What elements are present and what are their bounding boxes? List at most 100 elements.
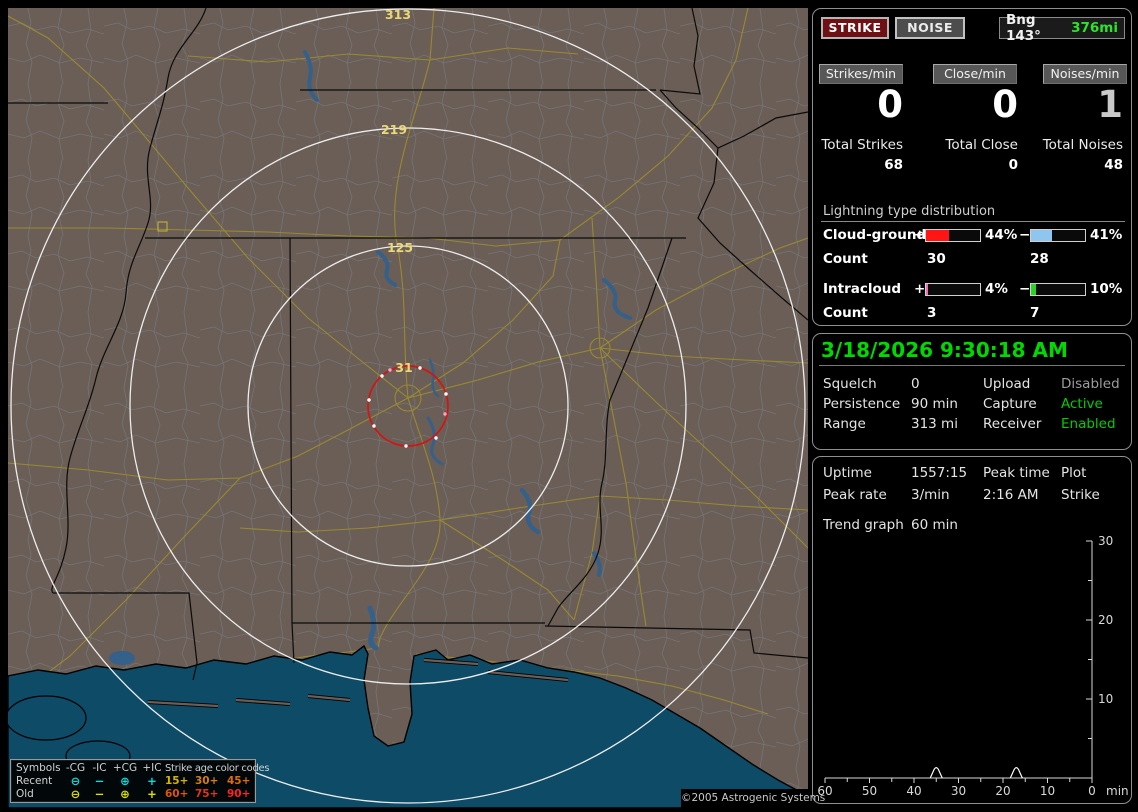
strikes-per-min-value: 0 xyxy=(877,83,903,126)
total-close-label: Total Close xyxy=(945,137,1018,153)
svg-text:20: 20 xyxy=(995,784,1010,798)
age-code-60: 60+ xyxy=(165,788,189,800)
cg-minus-pct: 41% xyxy=(1090,227,1123,243)
ic-count-label: Count xyxy=(823,305,868,321)
bearing-value: Bng 143° xyxy=(1006,12,1041,44)
capture-status: Active xyxy=(1061,396,1103,412)
legend-age-title: Strike age color codes xyxy=(165,763,270,774)
pos-ic-old-icon: + xyxy=(147,787,157,801)
copyright-notice: ©2005 Astrogenic Systems xyxy=(681,789,825,808)
ic-minus-bar xyxy=(1030,283,1086,296)
svg-text:40: 40 xyxy=(906,784,921,798)
upload-status: Disabled xyxy=(1061,376,1120,392)
upload-label: Upload xyxy=(983,376,1031,392)
cg-plus-pct: 44% xyxy=(985,227,1018,243)
peak-rate-value: 3/min xyxy=(911,487,950,503)
plot-label: Plot xyxy=(1061,465,1087,481)
squelch-value: 0 xyxy=(911,376,920,392)
distribution-rule xyxy=(821,221,1125,222)
cg-plus-count: 30 xyxy=(927,251,946,267)
age-code-30: 30+ xyxy=(195,775,219,787)
ic-minus-sign: − xyxy=(1019,281,1031,297)
ring-label-31: 31 xyxy=(395,360,412,375)
ring-label-219: 219 xyxy=(381,122,407,137)
cg-minus-count: 28 xyxy=(1030,251,1049,267)
svg-text:10: 10 xyxy=(1098,692,1113,706)
map-canvas: 313 219 125 31 xyxy=(5,7,809,809)
svg-text:50: 50 xyxy=(862,784,877,798)
age-code-90: 90+ xyxy=(227,788,251,800)
persistence-label: Persistence xyxy=(823,396,901,412)
cloud-ground-label: Cloud-ground xyxy=(823,227,927,243)
distribution-title: Lightning type distribution xyxy=(823,204,996,219)
total-noises-label: Total Noises xyxy=(1042,137,1123,153)
peak-time-label: Peak time xyxy=(983,465,1050,481)
svg-text:min: min xyxy=(1106,784,1129,798)
total-strikes-label: Total Strikes xyxy=(821,137,903,153)
peak-time-value: 2:16 AM xyxy=(983,487,1039,503)
status-panel: 3/18/2026 9:30:18 AM Squelch 0 Upload Di… xyxy=(812,333,1132,450)
range-value: 313 mi xyxy=(911,416,958,432)
strikes-per-min-chip[interactable]: Strikes/min xyxy=(819,64,903,84)
strike-map[interactable]: 313 219 125 31 xyxy=(5,7,809,809)
close-per-min-value: 0 xyxy=(992,83,1018,126)
cg-minus-sign: − xyxy=(1019,227,1031,243)
stats-trend-panel: Uptime 1557:15 Peak time Plot Peak rate … xyxy=(812,456,1132,804)
ic-plus-pct: 4% xyxy=(985,281,1008,297)
strike-mode-button[interactable]: STRIKE xyxy=(821,17,889,39)
receiver-label: Receiver xyxy=(983,416,1042,432)
bearing-display: Bng 143° 376mi xyxy=(999,12,1125,44)
cg-minus-bar xyxy=(1030,229,1086,242)
system-datetime: 3/18/2026 9:30:18 AM xyxy=(821,338,1068,362)
squelch-label: Squelch xyxy=(823,376,877,392)
nexstorm-lightning-app: { "header": { "strike_button": "STRIKE",… xyxy=(0,0,1138,812)
ic-minus-count: 7 xyxy=(1030,305,1040,321)
trend-graph-window: 60 min xyxy=(911,517,958,533)
receiver-status: Enabled xyxy=(1061,416,1116,432)
persistence-value: 90 min xyxy=(911,396,958,412)
ic-plus-sign: + xyxy=(914,281,926,297)
ring-label-125: 125 xyxy=(387,240,413,255)
lake-pontchartrain xyxy=(5,695,87,741)
datetime-rule xyxy=(819,365,1125,366)
plot-mode-value: Strike xyxy=(1061,487,1100,503)
age-code-75: 75+ xyxy=(195,788,219,800)
capture-label: Capture xyxy=(983,396,1037,412)
pos-cg-old-icon: ⊕ xyxy=(120,787,130,801)
neg-cg-old-icon: ⊖ xyxy=(70,787,81,801)
svg-text:20: 20 xyxy=(1098,613,1113,627)
noises-per-min-chip[interactable]: Noises/min xyxy=(1043,64,1127,84)
symbols-legend: Symbols -CG -IC +CG +IC Strike age color… xyxy=(10,759,270,803)
peak-rate-label: Peak rate xyxy=(823,487,887,503)
legend-symbols-header: Symbols xyxy=(16,762,61,774)
ic-minus-pct: 10% xyxy=(1090,281,1123,297)
uptime-label: Uptime xyxy=(823,465,872,481)
cg-plus-bar xyxy=(925,229,981,242)
neg-ic-old-icon: − xyxy=(94,787,105,801)
noise-mode-button[interactable]: NOISE xyxy=(895,17,965,39)
total-strikes-value: 68 xyxy=(884,157,903,173)
svg-text:30: 30 xyxy=(1098,534,1113,548)
counters-panel: STRIKE NOISE Bng 143° 376mi Strikes/min … xyxy=(812,8,1132,326)
trend-graph-label: Trend graph xyxy=(823,517,904,533)
close-per-min-chip[interactable]: Close/min xyxy=(933,64,1017,84)
ring-label-313: 313 xyxy=(385,8,411,22)
intracloud-label: Intracloud xyxy=(823,281,902,297)
bearing-distance: 376mi xyxy=(1071,20,1118,36)
cg-plus-sign: + xyxy=(914,227,926,243)
noises-per-min-value: 1 xyxy=(1097,83,1123,126)
uptime-value: 1557:15 xyxy=(911,465,968,481)
legend-row-recent-label: Recent xyxy=(16,775,53,787)
age-code-15: 15+ xyxy=(165,775,189,787)
age-code-45: 45+ xyxy=(227,775,251,787)
range-label: Range xyxy=(823,416,866,432)
ic-plus-count: 3 xyxy=(927,305,937,321)
svg-text:30: 30 xyxy=(951,784,966,798)
svg-text:10: 10 xyxy=(1040,784,1055,798)
total-close-value: 0 xyxy=(1008,157,1018,173)
trend-graph: 10203060 50 40 30 20 10 0 min xyxy=(817,534,1129,798)
svg-text:0: 0 xyxy=(1088,784,1096,798)
legend-row-old-label: Old xyxy=(16,788,34,800)
ic-plus-bar xyxy=(925,283,981,296)
cg-count-label: Count xyxy=(823,251,868,267)
